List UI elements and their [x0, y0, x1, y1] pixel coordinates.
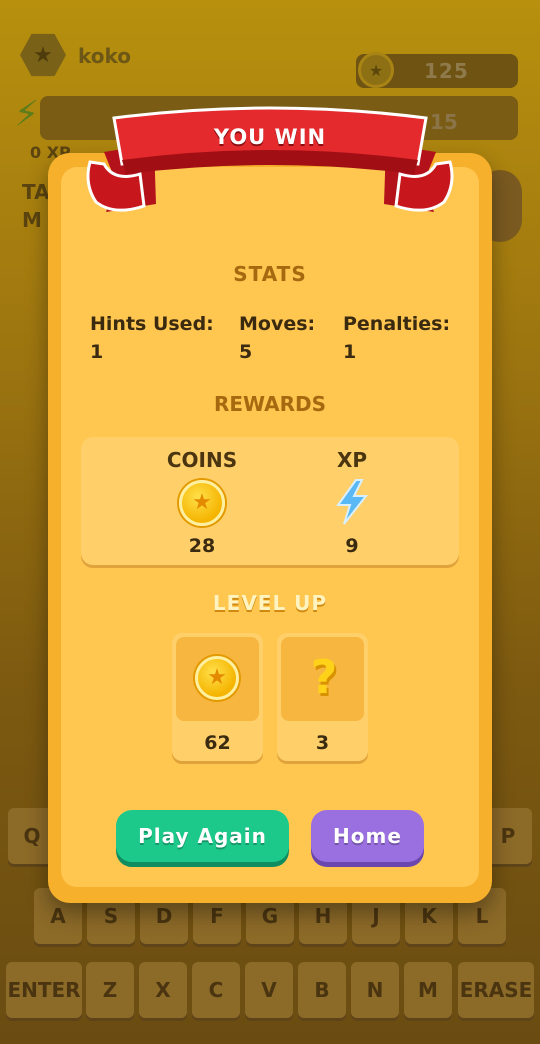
rewards-panel [81, 437, 459, 565]
stat-label-penalties: Penalties: [343, 313, 451, 335]
stat-value-moves: 5 [239, 341, 253, 363]
coin-icon: ★ [179, 480, 225, 526]
username: koko [78, 44, 132, 68]
coin-icon: ★ [195, 656, 239, 700]
level-up-heading: LEVEL UP [212, 591, 328, 615]
home-button[interactable]: Home [311, 810, 424, 862]
play-again-button[interactable]: Play Again [116, 810, 289, 862]
stat-value-hints: 1 [90, 341, 104, 363]
ribbon-banner [86, 106, 454, 212]
rewards-heading: REWARDS [213, 392, 327, 416]
reward-label-coins: COINS [166, 448, 238, 472]
key-n: N [351, 962, 399, 1018]
stat-label-hints: Hints Used: [90, 313, 214, 335]
key-b: B [298, 962, 346, 1018]
key-c: C [192, 962, 240, 1018]
level-up-value-coins: 62 [204, 732, 231, 754]
question-mark-icon: ? [310, 650, 338, 704]
lightning-icon [336, 479, 369, 525]
reward-label-xp: XP [336, 448, 368, 472]
key-z: Z [86, 962, 134, 1018]
level-up-value-hints: 3 [315, 732, 330, 754]
stat-label-moves: Moves: [239, 313, 316, 335]
key-v: V [245, 962, 293, 1018]
key-x: X [139, 962, 187, 1018]
key-m: M [404, 962, 452, 1018]
stat-value-penalties: 1 [343, 341, 357, 363]
hidden-label: TA [22, 180, 50, 204]
reward-value-xp: 9 [345, 535, 359, 557]
rank-badge-icon: ★ [20, 33, 66, 77]
key-enter: ENTER [6, 962, 82, 1018]
win-title: YOU WIN [213, 125, 327, 149]
coin-icon: ★ [358, 52, 394, 88]
key-erase: ERASE [458, 962, 534, 1018]
reward-value-coins: 28 [188, 535, 216, 557]
stats-heading: STATS [233, 262, 307, 286]
coin-count: 125 [424, 59, 469, 83]
hidden-label: M [22, 208, 42, 232]
